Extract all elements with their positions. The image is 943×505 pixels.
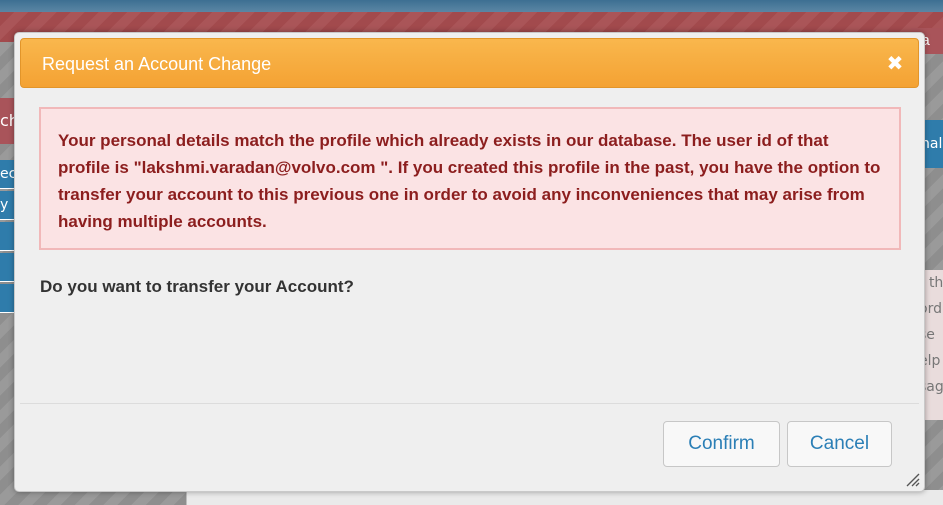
close-icon[interactable]: ✖ [884, 52, 906, 74]
background-footer-panel [186, 490, 943, 505]
transfer-question: Do you want to transfer your Account? [40, 277, 354, 296]
confirm-button[interactable]: Confirm [663, 421, 780, 467]
cancel-button[interactable]: Cancel [787, 421, 892, 467]
dialog-titlebar[interactable]: Request an Account Change ✖ [20, 38, 919, 88]
profile-match-alert: Your personal details match the profile … [39, 107, 901, 250]
resize-handle-icon[interactable] [904, 471, 920, 487]
background-header [0, 0, 943, 12]
dialog-title: Request an Account Change [42, 54, 272, 74]
dialog-divider [20, 403, 919, 404]
account-change-dialog: Request an Account Change ✖ Your persona… [14, 32, 925, 492]
